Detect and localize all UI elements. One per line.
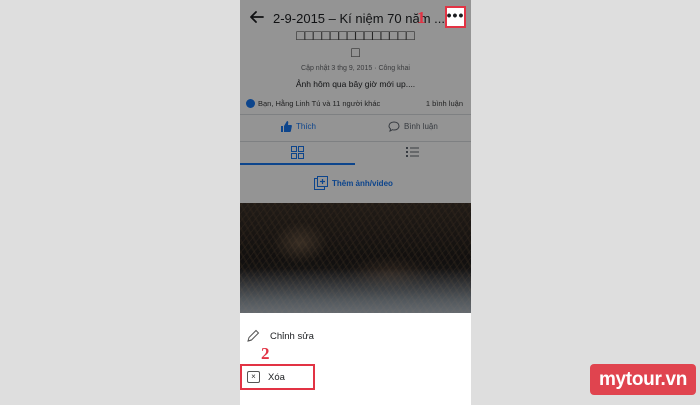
action-sheet: Chỉnh sửa × Xóa: [240, 313, 471, 405]
delete-menu-item[interactable]: × Xóa: [240, 364, 315, 390]
edit-label: Chỉnh sửa: [270, 330, 314, 342]
edit-menu-item[interactable]: Chỉnh sửa: [246, 329, 314, 343]
phone-screen: 2-9-2015 – Kí niệm 70 năm ... □□□□□□□□□□…: [240, 0, 471, 405]
more-icon: •••: [446, 7, 465, 23]
mytour-watermark: mytour.vn: [590, 364, 696, 395]
close-icon: ×: [247, 371, 260, 383]
delete-label: Xóa: [268, 371, 285, 383]
dim-overlay[interactable]: [240, 0, 471, 313]
step-1-marker: 1: [417, 8, 426, 27]
step-2-marker: 2: [261, 344, 270, 363]
pencil-icon: [247, 329, 260, 342]
more-options-button[interactable]: •••: [445, 6, 466, 28]
